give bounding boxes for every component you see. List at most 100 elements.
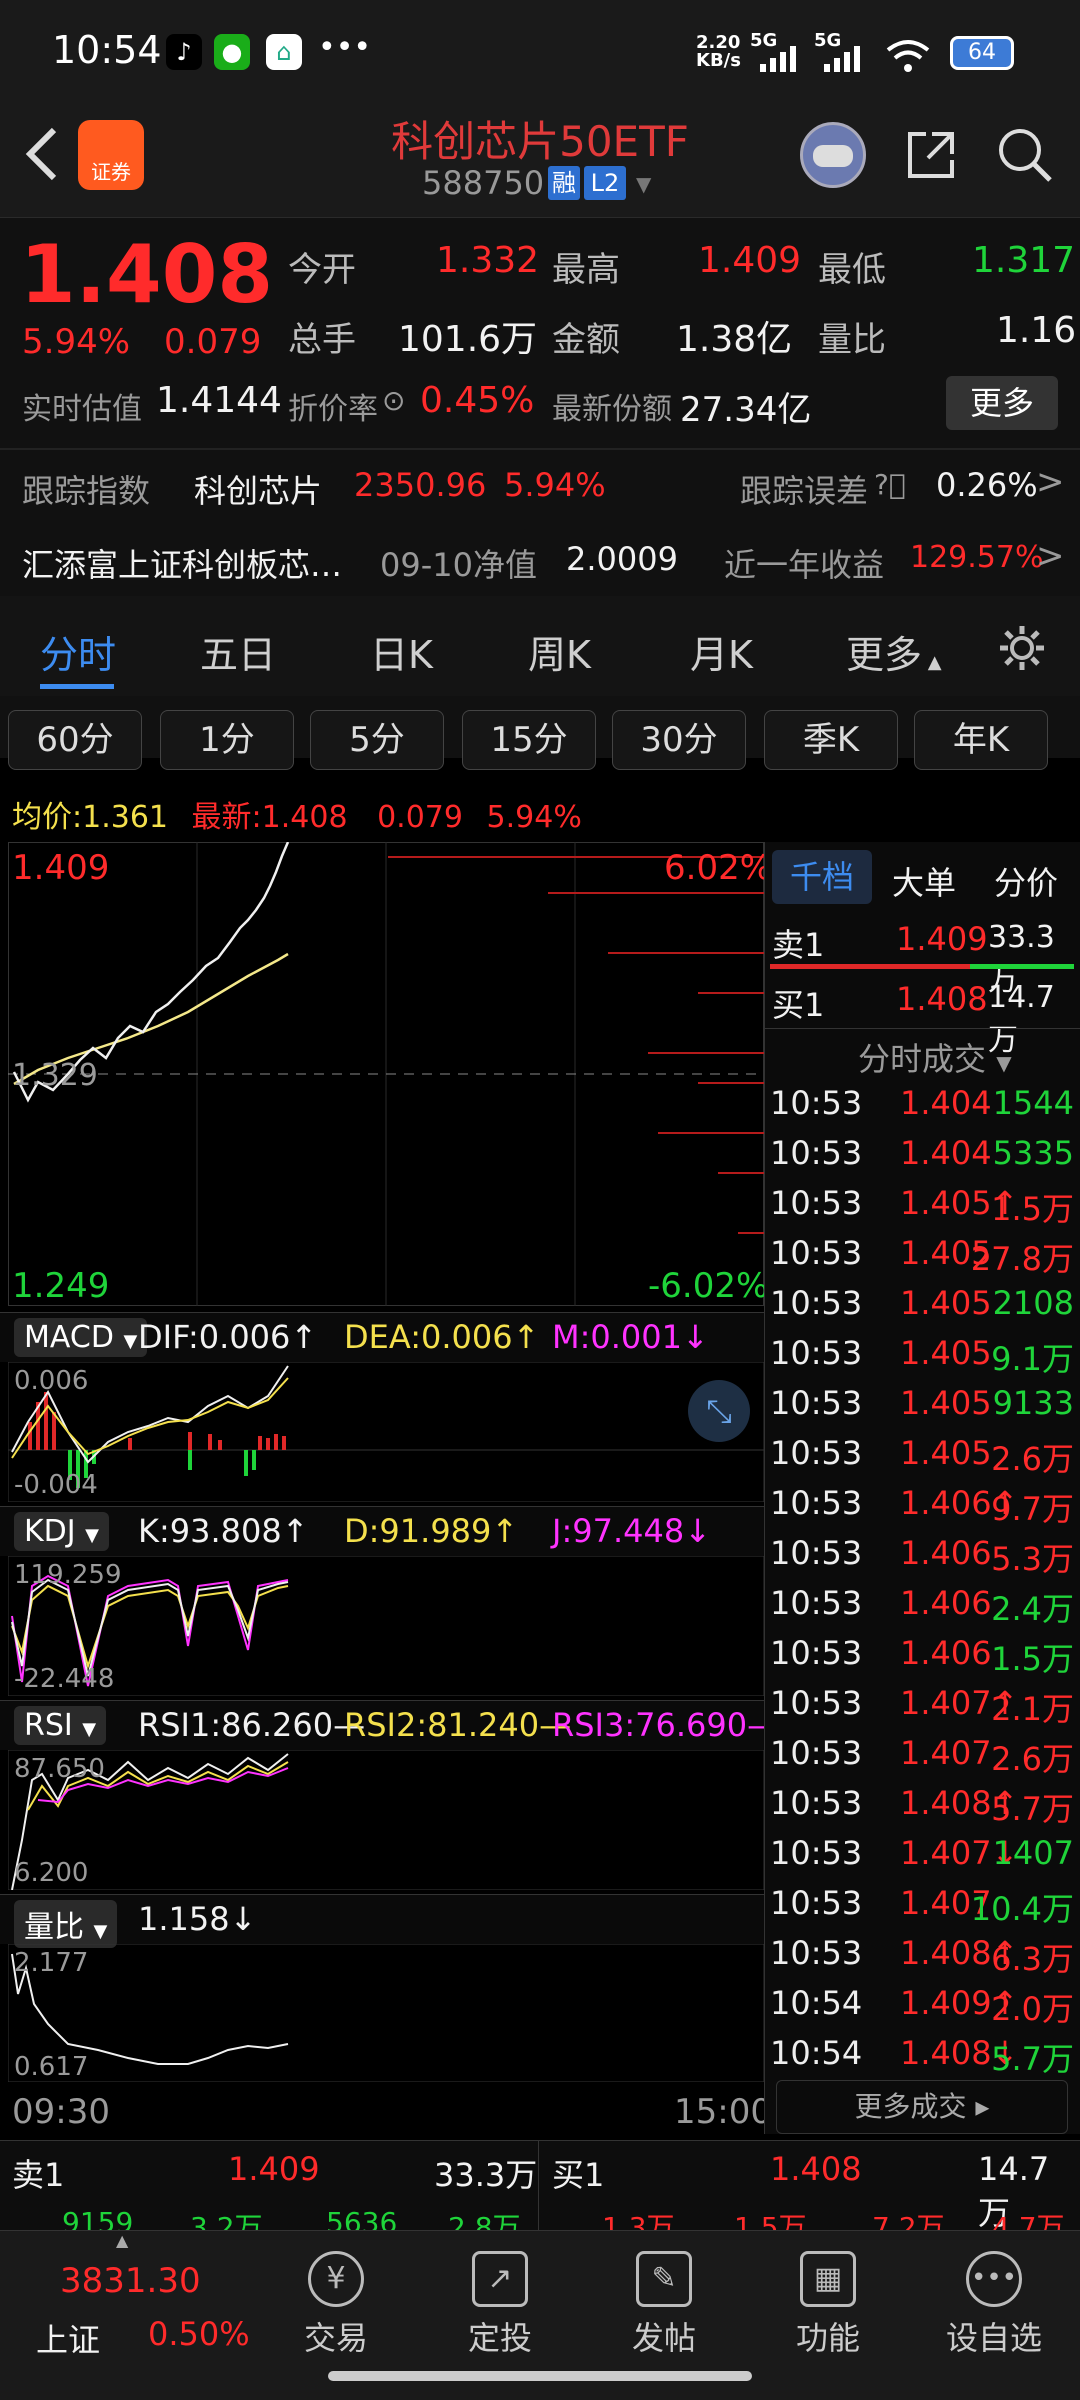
- trade-volume: 5.7万: [991, 2040, 1074, 2078]
- period-30min[interactable]: 30分: [612, 710, 746, 770]
- trade-volume: 27.8万: [970, 1240, 1074, 1278]
- macd-chart[interactable]: [8, 1362, 764, 1502]
- macd-selector[interactable]: MACD ▼: [14, 1318, 148, 1357]
- trade-time: 10:53: [770, 1934, 863, 1972]
- trade-time: 10:53: [770, 1884, 863, 1922]
- nav-invest-plan[interactable]: ↗ 定投: [420, 2231, 580, 2381]
- premium-label: 折价率: [288, 392, 378, 427]
- side-tab-depth[interactable]: 千档: [772, 850, 872, 904]
- tab-monthly-k[interactable]: 月K: [690, 624, 753, 679]
- period-5min[interactable]: 5分: [310, 710, 444, 770]
- ask-bid-bar-red: [770, 964, 970, 969]
- change-value: 0.079: [164, 322, 262, 362]
- rsi-1: RSI1:86.260—: [138, 1706, 366, 1744]
- period-60min[interactable]: 60分: [8, 710, 142, 770]
- more-trades-button[interactable]: 更多成交 ▸: [776, 2080, 1068, 2134]
- bid1-label: 买1: [772, 986, 825, 1024]
- trade-row: 10:53 1.408↑ 5.7万: [770, 1784, 1080, 1834]
- macd-m: M:0.001↓: [552, 1318, 709, 1356]
- tab-five-day[interactable]: 五日: [200, 624, 276, 679]
- trade-row: 10:53 1.405 9133: [770, 1384, 1080, 1434]
- bottom-ask1-label: 卖1: [12, 2156, 65, 2194]
- nav-functions[interactable]: ▦ 功能: [748, 2231, 908, 2381]
- last-price: 1.408: [20, 228, 274, 321]
- tab-more[interactable]: 更多 ▲: [846, 624, 942, 679]
- help-icon[interactable]: ?⃝: [874, 468, 906, 501]
- chevron-down-icon[interactable]: ▼: [636, 172, 651, 196]
- volume-label: 总手: [288, 320, 356, 360]
- yield-label: 近一年收益: [724, 546, 885, 584]
- side-tab-large-orders[interactable]: 大单: [892, 858, 956, 904]
- trade-time: 10:53: [770, 1384, 863, 1422]
- expand-icon[interactable]: ⤡: [688, 1380, 750, 1442]
- macd-bottom-value: -0.004: [14, 1470, 98, 1500]
- info-icon[interactable]: ⊙: [382, 384, 405, 417]
- bottom-ask1-price: 1.409: [228, 2150, 320, 2188]
- chevron-right-icon-2[interactable]: >: [1036, 536, 1065, 576]
- tab-indicator: [40, 684, 114, 689]
- period-quarter-k[interactable]: 季K: [764, 710, 898, 770]
- nav-invest-plan-label: 定投: [467, 2319, 532, 2357]
- period-15min[interactable]: 15分: [462, 710, 596, 770]
- tracking-error-value[interactable]: 0.26%: [936, 466, 1038, 504]
- nav-trade[interactable]: ¥ 交易: [256, 2231, 416, 2381]
- nav-value: 2.0009: [566, 540, 678, 578]
- macd-name: MACD: [24, 1320, 114, 1355]
- kdj-selector[interactable]: KDJ ▼: [14, 1512, 110, 1551]
- nav-post[interactable]: ✎ 发帖: [584, 2231, 744, 2381]
- dropdown-icon: ▼: [85, 1525, 100, 1546]
- trade-time: 10:53: [770, 1334, 863, 1372]
- search-icon[interactable]: [996, 126, 1054, 184]
- more-button[interactable]: 更多: [946, 376, 1058, 430]
- chevron-right-icon[interactable]: >: [1036, 462, 1065, 502]
- nav-add-watchlist[interactable]: ••• 设自选: [914, 2231, 1074, 2381]
- trade-price: 1.406: [900, 1584, 992, 1622]
- period-1min[interactable]: 1分: [160, 710, 294, 770]
- fund-name[interactable]: 汇添富上证科创板芯…: [22, 540, 342, 586]
- rsi-chart[interactable]: [8, 1750, 764, 1890]
- back-icon[interactable]: [22, 126, 62, 182]
- share-icon[interactable]: [904, 128, 958, 182]
- period-year-k[interactable]: 年K: [914, 710, 1048, 770]
- rsi-3: RSI3:76.690—: [552, 1706, 780, 1744]
- open-label: 今开: [288, 250, 356, 290]
- volume-profile: [388, 856, 764, 1234]
- trade-row: 10:53 1.407 2.6万: [770, 1734, 1080, 1784]
- kdj-bottom-value: -22.448: [14, 1664, 115, 1694]
- trade-row: 10:53 1.406 1.5万: [770, 1634, 1080, 1684]
- tab-weekly-k[interactable]: 周K: [528, 624, 591, 679]
- intraday-price-chart[interactable]: [8, 842, 764, 1306]
- tracking-index-percent: 5.94%: [504, 466, 606, 504]
- trade-volume: 2108: [992, 1284, 1074, 1322]
- tracking-index-name[interactable]: 科创芯片: [194, 466, 322, 512]
- trades-title-text: 分时成交: [858, 1040, 987, 1078]
- trade-price: 1.407: [900, 1734, 992, 1772]
- trade-price: 1.405: [900, 1434, 992, 1472]
- home-indicator: [328, 2371, 752, 2381]
- trade-row: 10:53 1.404 5335: [770, 1134, 1080, 1184]
- volratio-chart[interactable]: [8, 1944, 764, 2082]
- side-tab-price-dist[interactable]: 分价: [994, 858, 1058, 904]
- net-speed: 2.20 KB/s: [696, 32, 741, 71]
- index-ticker[interactable]: ▲ 3831.30 上证 0.50%: [0, 2231, 260, 2381]
- trade-time: 10:53: [770, 1534, 863, 1572]
- trade-time: 10:53: [770, 1184, 863, 1222]
- trade-volume: 9.1万: [991, 1340, 1074, 1378]
- assistant-robot-icon[interactable]: [800, 122, 866, 188]
- battery-level: 64: [968, 40, 996, 65]
- trades-title[interactable]: 分时成交 ▼: [858, 1034, 1012, 1080]
- trade-row: 10:54 1.409↑ 2.0万: [770, 1984, 1080, 2034]
- volratio-selector[interactable]: 量比 ▼: [14, 1900, 118, 1948]
- wechat-icon: ●: [214, 34, 250, 70]
- trade-volume: 2.6万: [991, 1740, 1074, 1778]
- settings-gear-icon[interactable]: [996, 622, 1048, 674]
- volume-ratio-value: 1.16: [996, 310, 1077, 351]
- stock-code: 588750: [422, 164, 545, 202]
- trade-time: 10:53: [770, 1834, 863, 1872]
- rsi-selector[interactable]: RSI ▼: [14, 1706, 107, 1745]
- volratio-top-value: 2.177: [14, 1948, 89, 1978]
- tab-intraday[interactable]: 分时: [40, 624, 116, 679]
- broker-logo[interactable]: 证券: [78, 120, 144, 190]
- tab-daily-k[interactable]: 日K: [370, 624, 433, 679]
- trade-volume: 2.1万: [991, 1690, 1074, 1728]
